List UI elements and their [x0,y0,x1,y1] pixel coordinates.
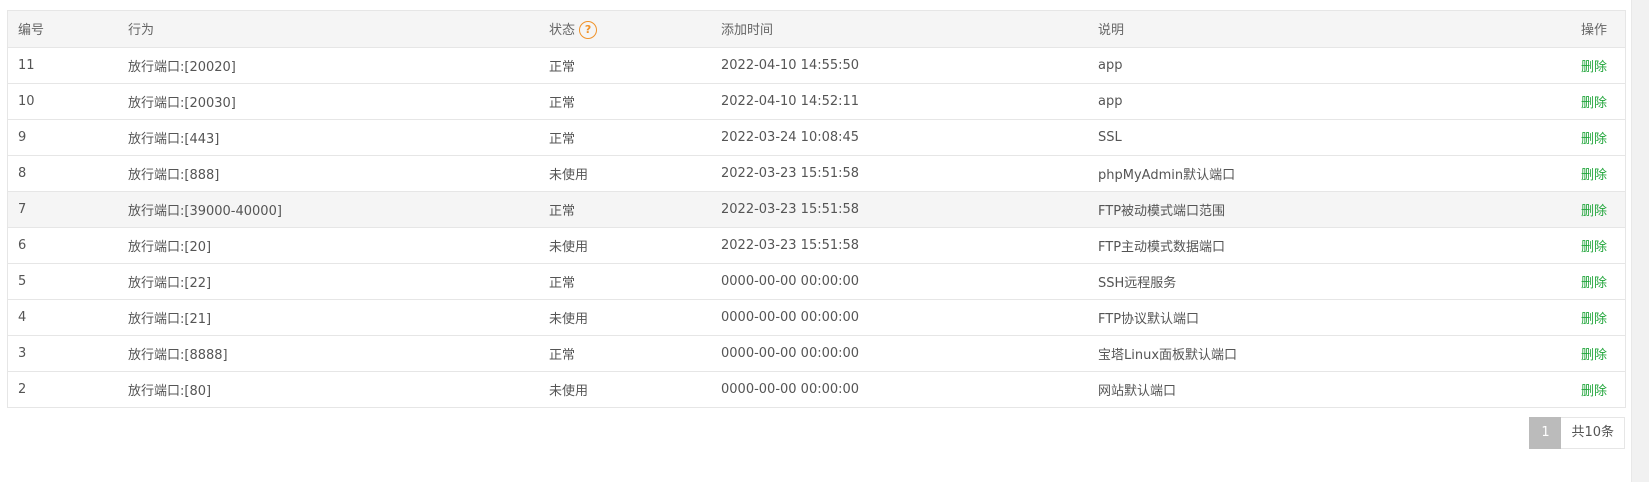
cell-op: 删除 [1478,191,1625,228]
cell-id: 7 [8,191,118,228]
cell-status: 未使用 [539,299,711,336]
delete-link[interactable]: 删除 [1581,132,1607,147]
header-time: 添加时间 [711,11,1088,48]
header-status: 状态? [539,11,711,48]
total-count: 共10条 [1561,417,1625,449]
cell-id: 8 [8,155,118,192]
cell-action: 放行端口:[20030] [118,83,539,120]
header-status-label: 状态 [549,22,576,38]
delete-link[interactable]: 删除 [1581,240,1607,255]
cell-time: 2022-03-23 15:51:58 [711,155,1088,192]
cell-time: 0000-00-00 00:00:00 [711,299,1088,336]
cell-id: 6 [8,227,118,264]
cell-action: 放行端口:[20] [118,227,539,264]
cell-action: 放行端口:[21] [118,299,539,336]
cell-action: 放行端口:[39000-40000] [118,191,539,228]
table-row: 2 放行端口:[80] 未使用 0000-00-00 00:00:00 网站默认… [8,371,1625,407]
cell-id: 9 [8,119,118,156]
rules-table-container: 编号 行为 状态? 添加时间 说明 操作 11 放行端口:[20020] 正常 … [7,10,1626,408]
cell-desc: FTP主动模式数据端口 [1088,227,1478,264]
cell-id: 2 [18,381,27,397]
question-circle-icon[interactable]: ? [579,21,598,39]
table-row: 4 放行端口:[21] 未使用 0000-00-00 00:00:00 FTP协… [8,299,1625,336]
cell-op: 删除 [1478,119,1625,156]
pagination: 1 共10条 [1529,417,1625,449]
cell-action: 放行端口:[443] [118,119,539,156]
cell-desc: FTP被动模式端口范围 [1088,191,1478,228]
delete-link[interactable]: 删除 [1581,312,1607,327]
cell-desc: SSH远程服务 [1088,263,1478,300]
cell-desc: phpMyAdmin默认端口 [1088,155,1478,192]
cell-op: 删除 [1478,227,1625,264]
delete-link[interactable]: 删除 [1581,96,1607,111]
header-desc: 说明 [1088,11,1478,48]
cell-time: 0000-00-00 00:00:00 [711,263,1088,300]
delete-link[interactable]: 删除 [1581,384,1607,399]
table-row: 3 放行端口:[8888] 正常 0000-00-00 00:00:00 宝塔L… [8,335,1625,372]
delete-link[interactable]: 删除 [1581,204,1607,219]
firewall-rules-panel: 编号 行为 状态? 添加时间 说明 操作 11 放行端口:[20020] 正常 … [0,0,1649,482]
cell-time: 2022-04-10 14:52:11 [711,83,1088,120]
rules-table: 编号 行为 状态? 添加时间 说明 操作 11 放行端口:[20020] 正常 … [8,11,1625,407]
cell-desc: app [1088,83,1478,120]
cell-time: 2022-03-24 10:08:45 [711,119,1088,156]
table-row: 8 放行端口:[888] 未使用 2022-03-23 15:51:58 php… [8,155,1625,192]
header-action: 行为 [118,11,539,48]
cell-id: 5 [8,263,118,300]
cell-status: 正常 [539,47,711,84]
cell-desc: 宝塔Linux面板默认端口 [1088,335,1478,372]
header-id: 编号 [8,11,118,48]
cell-time: 0000-00-00 00:00:00 [721,381,860,397]
delete-link[interactable]: 删除 [1581,60,1607,75]
table-row: 10 放行端口:[20030] 正常 2022-04-10 14:52:11 a… [8,83,1625,120]
cell-op: 删除 [1478,47,1625,84]
vertical-scrollbar[interactable] [1631,0,1649,482]
cell-op: 删除 [1478,263,1625,300]
cell-id: 3 [8,335,118,372]
cell-op: 删除 [1478,335,1625,372]
cell-status: 正常 [539,335,711,372]
delete-link[interactable]: 删除 [1581,348,1607,363]
table-header-row: 编号 行为 状态? 添加时间 说明 操作 [8,11,1625,48]
cell-op: 删除 [1478,83,1625,120]
delete-link[interactable]: 删除 [1581,168,1607,183]
cell-status: 正常 [539,191,711,228]
cell-status: 未使用 [549,383,589,399]
cell-desc: app [1088,47,1478,84]
table-row: 7 放行端口:[39000-40000] 正常 2022-03-23 15:51… [8,191,1625,228]
cell-status: 未使用 [539,227,711,264]
cell-desc: 网站默认端口 [1098,383,1177,399]
cell-status: 正常 [539,119,711,156]
table-row: 11 放行端口:[20020] 正常 2022-04-10 14:55:50 a… [8,47,1625,84]
cell-action: 放行端口:[80] [128,383,212,399]
header-op: 操作 [1478,11,1625,48]
cell-status: 未使用 [539,155,711,192]
cell-time: 2022-03-23 15:51:58 [711,227,1088,264]
cell-op: 删除 [1478,299,1625,336]
cell-action: 放行端口:[8888] [118,335,539,372]
cell-desc: FTP协议默认端口 [1088,299,1478,336]
table-row: 9 放行端口:[443] 正常 2022-03-24 10:08:45 SSL … [8,119,1625,156]
cell-op: 删除 [1478,371,1625,407]
cell-desc: SSL [1088,119,1478,156]
cell-time: 2022-04-10 14:55:50 [711,47,1088,84]
cell-id: 11 [8,47,118,84]
cell-action: 放行端口:[20020] [118,47,539,84]
cell-action: 放行端口:[22] [118,263,539,300]
table-row: 6 放行端口:[20] 未使用 2022-03-23 15:51:58 FTP主… [8,227,1625,264]
cell-id: 10 [8,83,118,120]
cell-time: 0000-00-00 00:00:00 [711,335,1088,372]
table-row: 5 放行端口:[22] 正常 0000-00-00 00:00:00 SSH远程… [8,263,1625,300]
cell-id: 4 [8,299,118,336]
cell-status: 正常 [539,263,711,300]
cell-op: 删除 [1478,155,1625,192]
delete-link[interactable]: 删除 [1581,276,1607,291]
cell-time: 2022-03-23 15:51:58 [711,191,1088,228]
cell-action: 放行端口:[888] [118,155,539,192]
cell-status: 正常 [539,83,711,120]
page-button-current[interactable]: 1 [1529,417,1562,449]
